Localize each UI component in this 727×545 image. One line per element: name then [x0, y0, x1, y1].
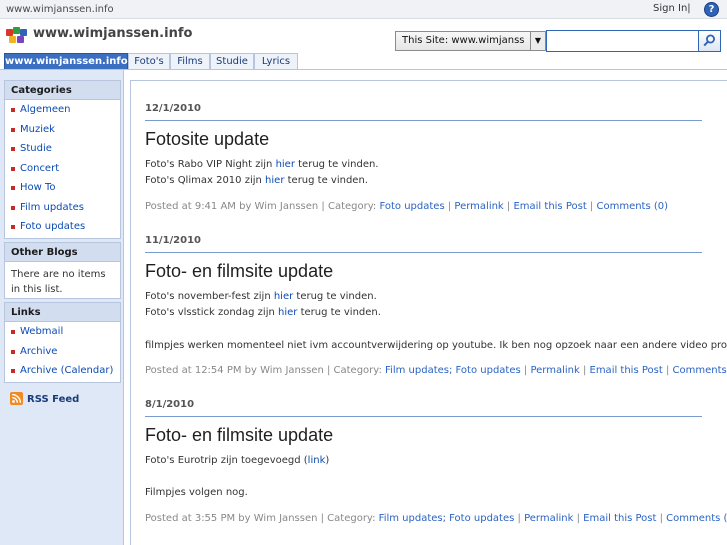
- post-date: 12/1/2010: [145, 103, 202, 114]
- top-strip: www.wimjanssen.info Sign In| ?: [0, 0, 727, 19]
- site-logo-icon: [6, 27, 28, 45]
- category-link[interactable]: Film updates; Foto updates: [385, 365, 521, 376]
- post-link[interactable]: hier: [278, 307, 297, 318]
- post-meta: Posted at 3:55 PM by Wim Janssen | Categ…: [145, 513, 727, 524]
- permalink-link[interactable]: Permalink: [454, 201, 503, 212]
- post-divider: [145, 252, 702, 253]
- post-body-line: Foto's Rabo VIP Night zijn hier terug te…: [145, 159, 379, 170]
- email-post-link[interactable]: Email this Post: [590, 365, 663, 376]
- post-body-line: Foto's Qlimax 2010 zijn hier terug te vi…: [145, 175, 368, 186]
- categories-heading[interactable]: Categories: [5, 81, 120, 100]
- tab-home[interactable]: www.wimjanssen.info: [4, 53, 128, 70]
- sidebar-item-webmail[interactable]: Webmail: [5, 322, 120, 342]
- post-body-line: Foto's november-fest zijn hier terug te …: [145, 291, 377, 302]
- post-link[interactable]: link: [308, 455, 326, 466]
- post-body-line: filmpjes werken momenteel niet ivm accou…: [145, 340, 727, 351]
- post-body-line: Foto's vlsstick zondag zijn hier terug t…: [145, 307, 381, 318]
- post-body-line: Filmpjes volgen nog.: [145, 487, 248, 498]
- other-blogs-heading[interactable]: Other Blogs: [5, 243, 120, 262]
- post-date: 11/1/2010: [145, 235, 202, 246]
- post-title[interactable]: Fotosite update: [145, 129, 269, 150]
- nav-bar: www.wimjanssen.info Foto's Films Studie …: [0, 53, 727, 70]
- permalink-link[interactable]: Permalink: [530, 365, 579, 376]
- links-box: Links Webmail Archive Archive (Calendar): [4, 302, 121, 383]
- email-post-link[interactable]: Email this Post: [513, 201, 586, 212]
- site-title[interactable]: www.wimjanssen.info: [33, 26, 192, 41]
- post-divider: [145, 416, 702, 417]
- site-url-label: www.wimjanssen.info: [6, 4, 114, 15]
- tab-fotos[interactable]: Foto's: [128, 53, 170, 70]
- search-button[interactable]: [699, 30, 721, 52]
- main-content: 12/1/2010 Fotosite update Foto's Rabo VI…: [130, 80, 727, 545]
- post-divider: [145, 120, 702, 121]
- sidebar-item-archive-calendar[interactable]: Archive (Calendar): [5, 361, 120, 381]
- sidebar-item-algemeen[interactable]: Algemeen: [5, 100, 120, 120]
- site-header: www.wimjanssen.info This Site: www.wimja…: [0, 19, 727, 53]
- tab-lyrics[interactable]: Lyrics: [254, 53, 298, 70]
- comments-link[interactable]: Comments (0): [596, 201, 668, 212]
- tab-films[interactable]: Films: [170, 53, 210, 70]
- left-sidebar: Categories Algemeen Muziek Studie Concer…: [0, 70, 124, 545]
- post-body-line: Foto's Eurotrip zijn toegevoegd (link): [145, 455, 330, 466]
- sidebar-item-studie[interactable]: Studie: [5, 139, 120, 159]
- tab-studie[interactable]: Studie: [210, 53, 254, 70]
- post-link[interactable]: hier: [265, 175, 284, 186]
- category-link[interactable]: Foto updates: [379, 201, 444, 212]
- search-input[interactable]: [546, 30, 699, 52]
- sidebar-item-muziek[interactable]: Muziek: [5, 120, 120, 140]
- search-scope-dropdown[interactable]: This Site: www.wimjanss ▼: [395, 31, 546, 51]
- comments-link[interactable]: Comments (0): [673, 365, 727, 376]
- sidebar-item-film-updates[interactable]: Film updates: [5, 198, 120, 218]
- comments-link[interactable]: Comments (0): [666, 513, 727, 524]
- categories-box: Categories Algemeen Muziek Studie Concer…: [4, 80, 121, 239]
- search-scope-label: This Site: www.wimjanss: [402, 35, 525, 46]
- email-post-link[interactable]: Email this Post: [583, 513, 656, 524]
- other-blogs-empty-text: There are no items in this list.: [11, 269, 106, 295]
- help-icon[interactable]: ?: [704, 2, 719, 17]
- permalink-link[interactable]: Permalink: [524, 513, 573, 524]
- sidebar-item-archive[interactable]: Archive: [5, 342, 120, 362]
- sign-in-link[interactable]: Sign In|: [653, 3, 691, 14]
- sidebar-item-concert[interactable]: Concert: [5, 159, 120, 179]
- post-link[interactable]: hier: [274, 291, 293, 302]
- other-blogs-box: Other Blogs There are no items in this l…: [4, 242, 121, 299]
- post-meta: Posted at 12:54 PM by Wim Janssen | Cate…: [145, 365, 727, 376]
- rss-feed-link[interactable]: RSS Feed: [4, 387, 121, 410]
- search-icon: [703, 34, 715, 47]
- post-title[interactable]: Foto- en filmsite update: [145, 425, 333, 446]
- post-link[interactable]: hier: [276, 159, 295, 170]
- category-link[interactable]: Film updates; Foto updates: [379, 513, 515, 524]
- links-heading[interactable]: Links: [5, 303, 120, 322]
- post-meta: Posted at 9:41 AM by Wim Janssen | Categ…: [145, 201, 669, 212]
- rss-icon: [10, 392, 23, 405]
- sidebar-item-foto-updates[interactable]: Foto updates: [5, 217, 120, 237]
- post-title[interactable]: Foto- en filmsite update: [145, 261, 333, 282]
- chevron-down-icon[interactable]: ▼: [530, 32, 545, 50]
- sidebar-item-how-to[interactable]: How To: [5, 178, 120, 198]
- post-date: 8/1/2010: [145, 399, 195, 410]
